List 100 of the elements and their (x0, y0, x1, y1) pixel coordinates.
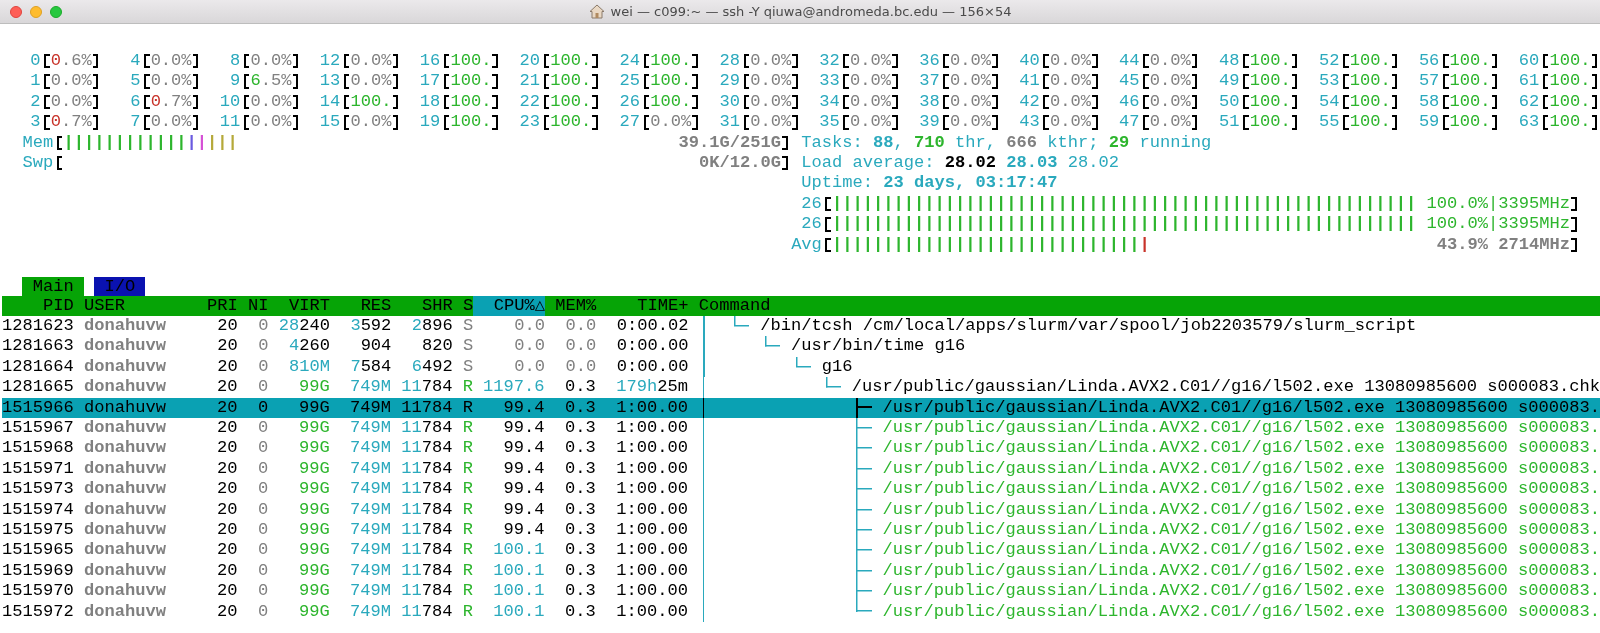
cpu-reading: 0.0% (750, 112, 792, 133)
user-cell-text: donahuvw (82, 418, 167, 439)
priority-cell-text: 20 (216, 438, 238, 459)
process-row[interactable]: 1515969 donahuvw 20 0 99G 749M 11784 R 100.1 0.3 1:00.00 /usr/public/gaussian/Linda.AVX2.C01//g16/l502.exe 13080985600 s000083. (2, 560, 1600, 582)
column-header[interactable]: CPU%△ (473, 295, 546, 317)
cpu-label: 13 (318, 71, 341, 92)
state-cell-text: R (461, 479, 473, 500)
zoom-button[interactable] (50, 5, 62, 18)
state-cell-text: R (461, 458, 473, 480)
res-memory-cell-text: 3592 (349, 316, 392, 337)
minimize-button[interactable] (30, 5, 42, 18)
process-row[interactable]: 1281623 donahuvw 20 0 28240 3592 2896 S 0.0 0.0 0:00.02 /bin/tcsh /cm/local/apps/slurm/var/spool/job2203579/slurm_script (2, 316, 1600, 337)
shr-memory-cell-text: 6492 (410, 356, 453, 378)
virt-memory-cell-text: 99G (297, 520, 330, 541)
column-header[interactable]: VIRT (268, 295, 330, 317)
process-row[interactable]: 1515965 donahuvw 20 0 99G 749M 11784 R 100.1 0.3 1:00.00 /usr/public/gaussian/Linda.AVX2.C01//g16/l502.exe 13080985600 s000083. (2, 540, 1600, 561)
uptime: Uptime: 23 days, 03:17:47 (800, 173, 1058, 194)
cpu-reading: 0.0% (750, 71, 792, 92)
cpu-reading: 100. (1349, 71, 1391, 92)
cpu-percent-cell-text: 0.0 (513, 316, 546, 337)
cpu-reading: 0.0% (250, 91, 292, 113)
user-cell-text: donahuvw (82, 377, 167, 398)
process-row[interactable]: 1281663 donahuvw 20 0 4260 904 820 S 0.0 0.0 0:00.00 /usr/bin/time g16 (2, 336, 1600, 357)
column-header[interactable]: MEM% (545, 295, 597, 317)
priority-cell-text: 20 (216, 397, 238, 419)
virt-memory-cell-text: 99G (297, 458, 330, 480)
memory-percent-cell-text: 0.3 (564, 560, 596, 582)
cpu-reading: 0.0% (1049, 51, 1091, 72)
virt-memory-cell-text: 99G (297, 438, 330, 459)
priority-cell-text: 20 (216, 479, 238, 500)
cpu-reading: 0.0% (1049, 71, 1091, 92)
column-header[interactable]: PID (2, 295, 74, 317)
cpu-label: 30 (718, 91, 740, 113)
cpu-label: 28 (718, 51, 740, 72)
process-row[interactable]: 1515970 donahuvw 20 0 99G 749M 11784 R 100.1 0.3 1:00.00 /usr/public/gaussian/Linda.AVX2.C01//g16/l502.exe 13080985600 s000083. (2, 581, 1600, 602)
pid-cell: 1515970 (2, 581, 74, 602)
time-cell-text: 1:00.00 (615, 540, 688, 561)
cpu-label: 24 (618, 51, 640, 72)
cpu-label: 34 (818, 91, 840, 113)
column-header[interactable]: Command (688, 295, 1600, 317)
cpu-percent-cell-text: 0.0 (513, 356, 546, 378)
shr-memory-cell-text: 11784 (400, 418, 453, 439)
priority-cell-text: 20 (216, 316, 238, 337)
column-header[interactable]: USER (73, 295, 207, 317)
cpu-label: 19 (418, 112, 441, 133)
pid-cell: 1515967 (2, 418, 74, 439)
user-cell-text: donahuvw (82, 356, 167, 378)
virt-memory-cell-text: 99G (297, 418, 330, 439)
process-row[interactable]: 1515971 donahuvw 20 0 99G 749M 11784 R 99.4 0.3 1:00.00 /usr/public/gaussian/Linda.AVX2.C01//g16/l502.exe 13080985600 s000083. (2, 458, 1600, 480)
pid-cell: 1515972 (2, 601, 74, 622)
user-cell-text: donahuvw (82, 316, 167, 337)
priority-cell-text: 20 (216, 520, 238, 541)
memory-percent-cell-text: 0.3 (564, 418, 596, 439)
column-header[interactable]: SHR (391, 295, 453, 317)
column-header[interactable]: RES (329, 295, 392, 317)
process-row[interactable]: 1515972 donahuvw 20 0 99G 749M 11784 R 100.1 0.3 1:00.00 /usr/public/gaussian/Linda.AVX2.C01//g16/l502.exe 13080985600 s000083. (2, 601, 1600, 622)
cpu-reading: 0.0% (1149, 112, 1191, 133)
process-row[interactable]: 1515974 donahuvw 20 0 99G 749M 11784 R 99.4 0.3 1:00.00 /usr/public/gaussian/Linda.AVX2.C01//g16/l502.exe 13080985600 s000083. (2, 499, 1600, 520)
meter-reading: 0K/12.0G (698, 152, 781, 174)
cpu-label: 52 (1317, 51, 1340, 72)
cpu-label: 20 (518, 51, 541, 72)
nice-cell-text: 0 (256, 499, 269, 520)
cpu-reading: 0.0% (350, 71, 392, 92)
close-button[interactable] (10, 5, 22, 18)
nice-cell-text: 0 (257, 336, 269, 357)
cpu-percent-cell-text: 99.4 (502, 397, 545, 419)
res-memory-cell-text: 749M (349, 438, 392, 459)
cpu-reading: 0.0% (350, 51, 392, 72)
cpu-label: 60 (1517, 51, 1540, 72)
cpu-label: 6 (129, 91, 141, 113)
cpu-label: 8 (229, 51, 241, 72)
tab[interactable]: Main (22, 276, 84, 296)
cpu-reading: 0.0% (150, 51, 192, 72)
cpu-label: 15 (318, 112, 341, 133)
cpu-reading: 0.0% (850, 71, 892, 92)
cpu-percent-cell-text: 99.4 (502, 499, 545, 520)
process-row[interactable]: 1515968 donahuvw 20 0 99G 749M 11784 R 99.4 0.3 1:00.00 /usr/public/gaussian/Linda.AVX2.C01//g16/l502.exe 13080985600 s000083. (2, 438, 1600, 459)
command-text: /usr/public/gaussian/Linda.AVX2.C01//g16/l502.exe 13080985600 s000083. (882, 520, 1600, 541)
time-cell-text: 1:00.00 (615, 458, 688, 480)
column-header[interactable]: NI (237, 295, 269, 317)
cpu-reading: 0.0% (950, 71, 991, 92)
process-row[interactable]: 1515966 donahuvw 20 0 99G 749M 11784 R 99.4 0.3 1:00.00 /usr/public/gaussian/Linda.AVX2.C01//g16/l502.exe 13080985600 s000083. (2, 397, 1600, 419)
nice-cell-text: 0 (256, 418, 269, 439)
process-row[interactable]: 1515975 donahuvw 20 0 99G 749M 11784 R 99.4 0.3 1:00.00 /usr/public/gaussian/Linda.AVX2.C01//g16/l502.exe 13080985600 s000083. (2, 520, 1600, 541)
column-header[interactable]: TIME+ (596, 295, 689, 317)
process-row[interactable]: 1281665 donahuvw 20 0 99G 749M 11784 R 1197.6 0.3 179h25m /usr/public/gaussian/Linda.AVX2.C01//g16/l502.exe 13080985600 s000083.chk (2, 377, 1600, 398)
cpu-reading: 100. (1549, 71, 1591, 92)
cpu-reading: 0.0% (250, 112, 292, 133)
column-header[interactable]: PRI (206, 295, 238, 317)
cpu-label: 63 (1517, 112, 1540, 133)
state-cell-text: R (461, 540, 473, 561)
time-cell-text: 179h25m (615, 377, 688, 398)
process-row[interactable]: 1515967 donahuvw 20 0 99G 749M 11784 R 99.4 0.3 1:00.00 /usr/public/gaussian/Linda.AVX2.C01//g16/l502.exe 13080985600 s000083. (2, 418, 1600, 439)
process-row[interactable]: 1515973 donahuvw 20 0 99G 749M 11784 R 99.4 0.3 1:00.00 /usr/public/gaussian/Linda.AVX2.C01//g16/l502.exe 13080985600 s000083. (2, 479, 1600, 500)
memory-percent-cell-text: 0.3 (564, 397, 596, 419)
process-row[interactable]: 1281664 donahuvw 20 0 810M 7584 6492 S 0.0 0.0 0:00.00 g16 (2, 356, 1600, 378)
house-icon (588, 4, 605, 19)
column-header[interactable]: S (452, 295, 474, 317)
cpu-reading: 100. (1549, 51, 1591, 72)
cpu-label: 4 (129, 51, 141, 72)
